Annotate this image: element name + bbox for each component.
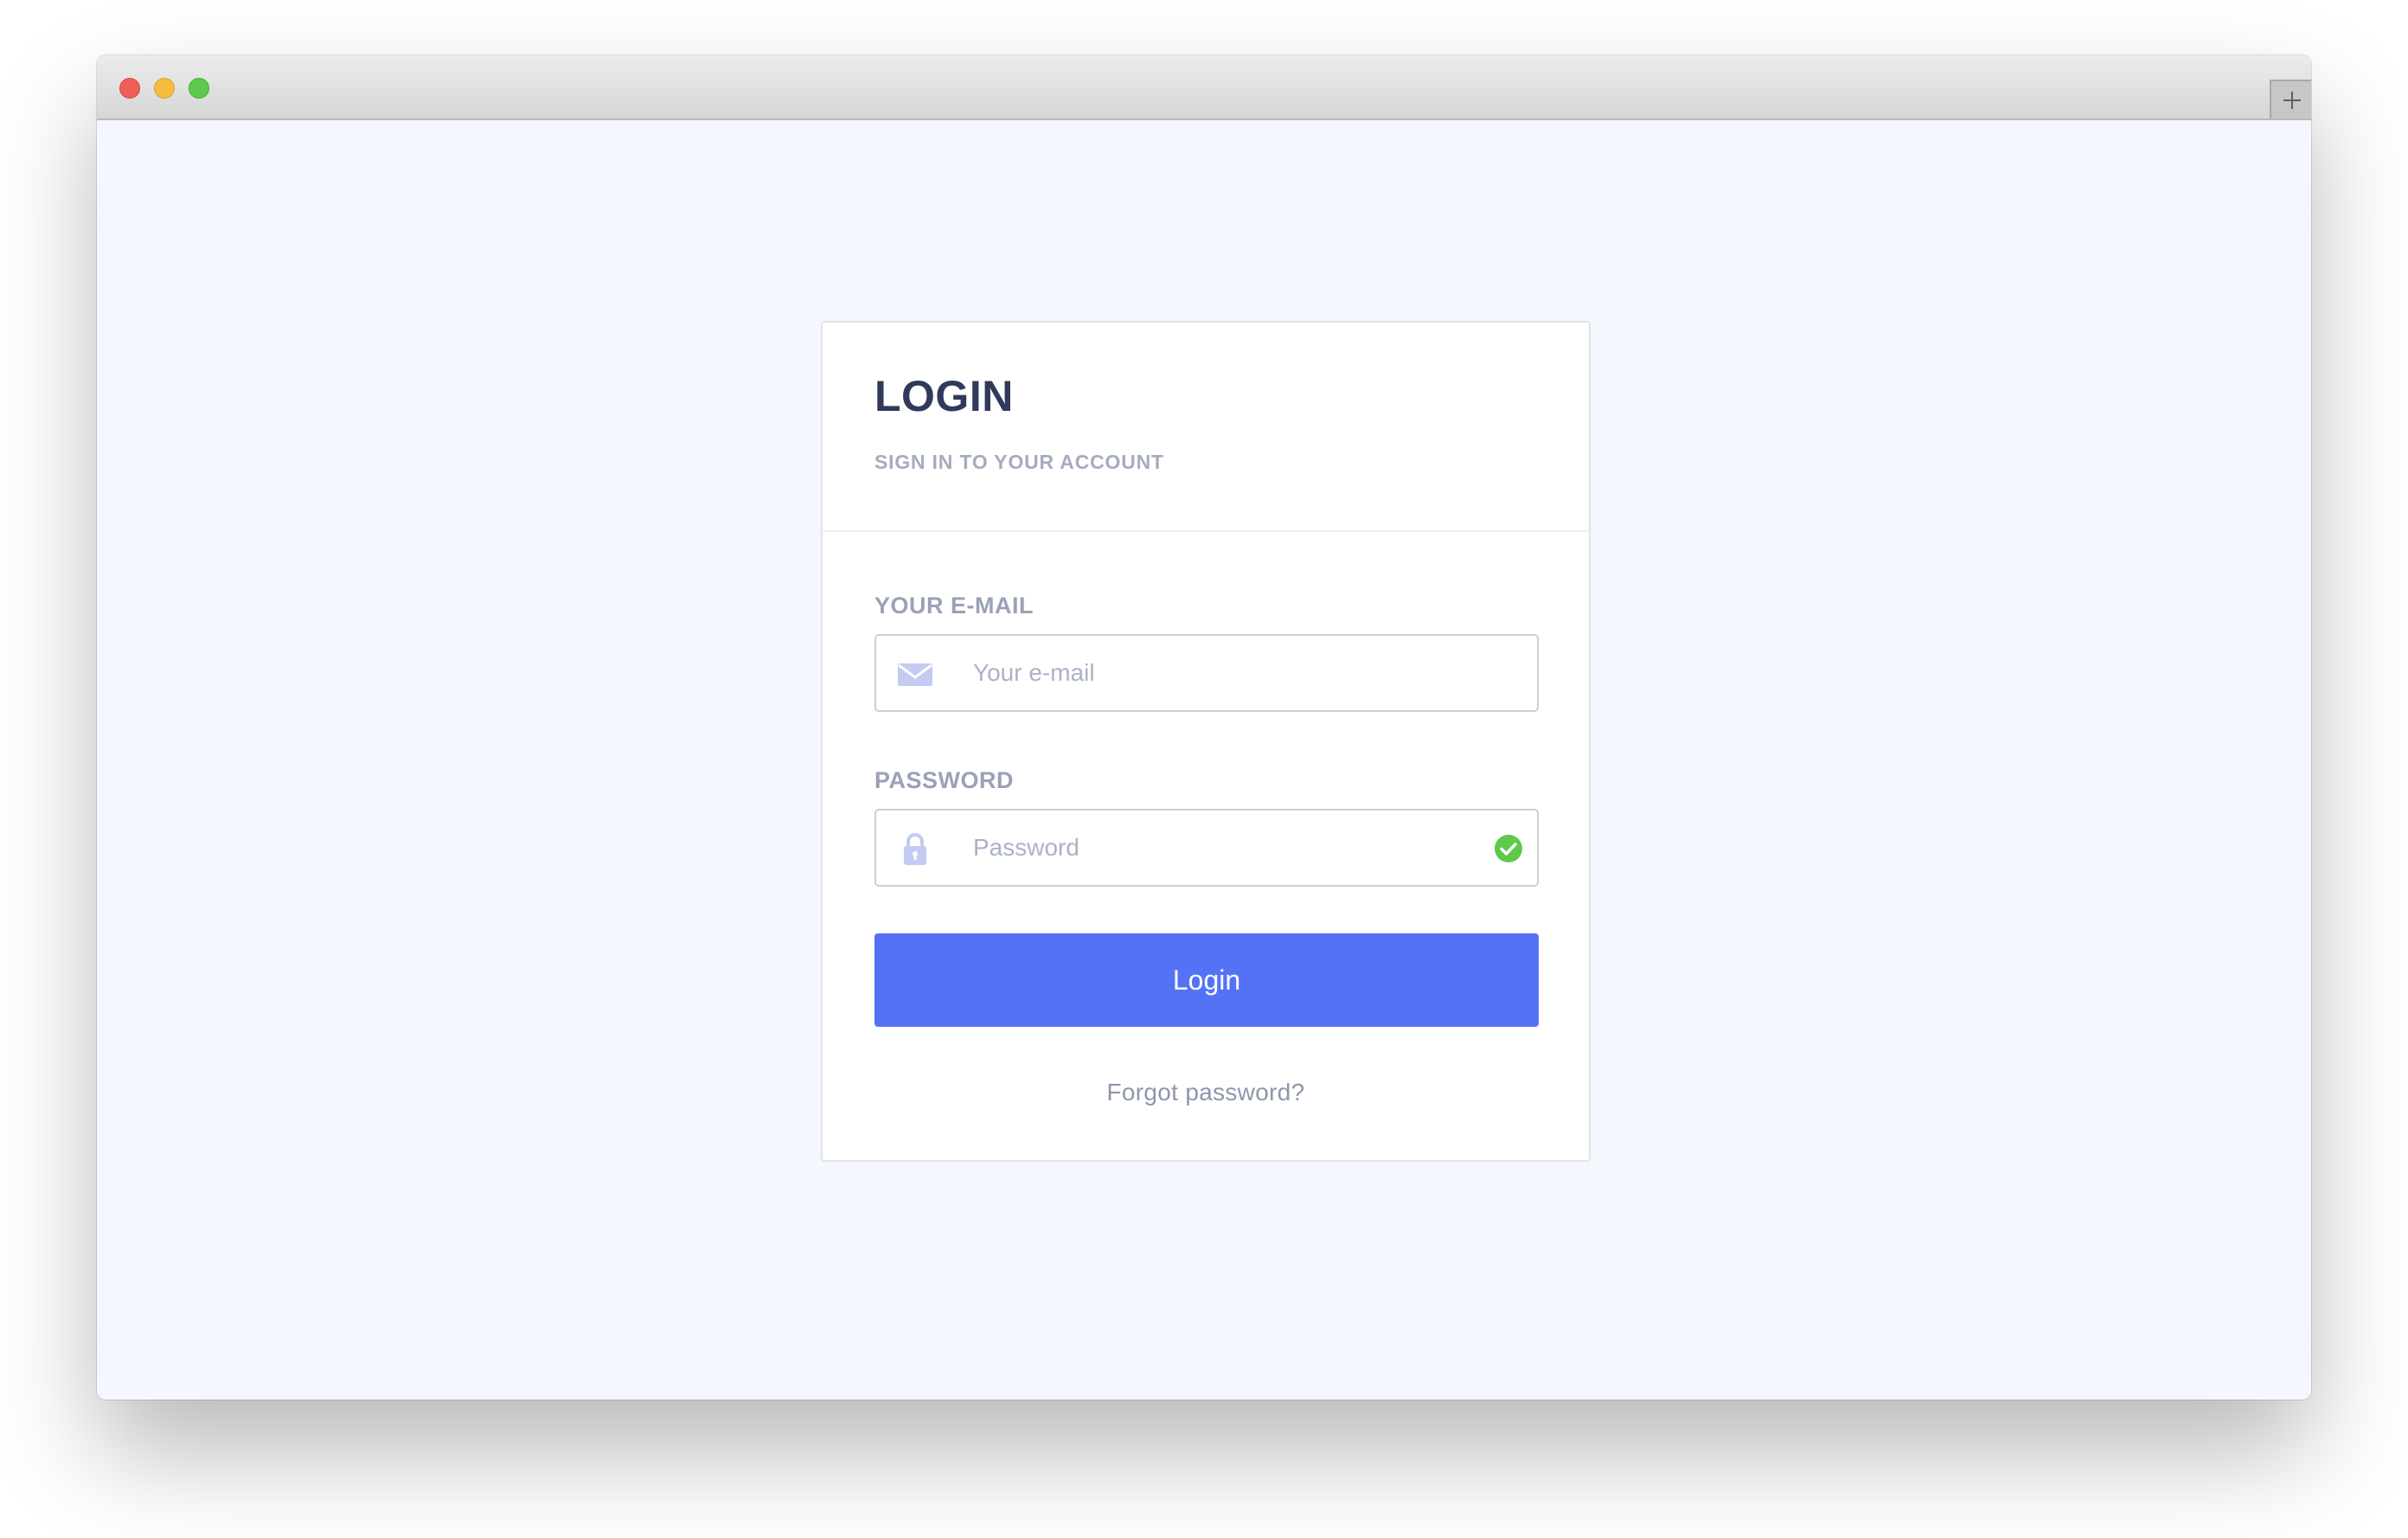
email-field-wrapper[interactable] [874, 634, 1539, 712]
password-label: PASSWORD [874, 767, 1015, 793]
title-bar [97, 55, 2311, 120]
password-field-wrapper[interactable] [874, 809, 1539, 887]
forgot-password-link[interactable]: Forgot password? [823, 1079, 1589, 1106]
page-title: LOGIN [874, 372, 1014, 420]
new-tab-button[interactable] [2270, 80, 2311, 119]
minimize-window-button[interactable] [154, 78, 175, 99]
envelope-icon [898, 663, 932, 686]
page-content: LOGIN SIGN IN TO YOUR ACCOUNT YOUR E-MAI… [97, 120, 2311, 1400]
plus-icon [2283, 92, 2301, 109]
lock-icon [904, 833, 926, 865]
login-card-header: LOGIN SIGN IN TO YOUR ACCOUNT [823, 323, 1589, 532]
login-button[interactable]: Login [874, 933, 1539, 1027]
browser-window: LOGIN SIGN IN TO YOUR ACCOUNT YOUR E-MAI… [97, 55, 2311, 1400]
email-input[interactable] [973, 636, 1457, 710]
page-subtitle: SIGN IN TO YOUR ACCOUNT [874, 451, 1164, 473]
zoom-window-button[interactable] [189, 78, 209, 99]
email-label: YOUR E-MAIL [874, 593, 1034, 618]
close-window-button[interactable] [119, 78, 140, 99]
check-circle-icon [1495, 835, 1522, 862]
password-input[interactable] [973, 811, 1457, 885]
login-card: LOGIN SIGN IN TO YOUR ACCOUNT YOUR E-MAI… [821, 321, 1591, 1162]
